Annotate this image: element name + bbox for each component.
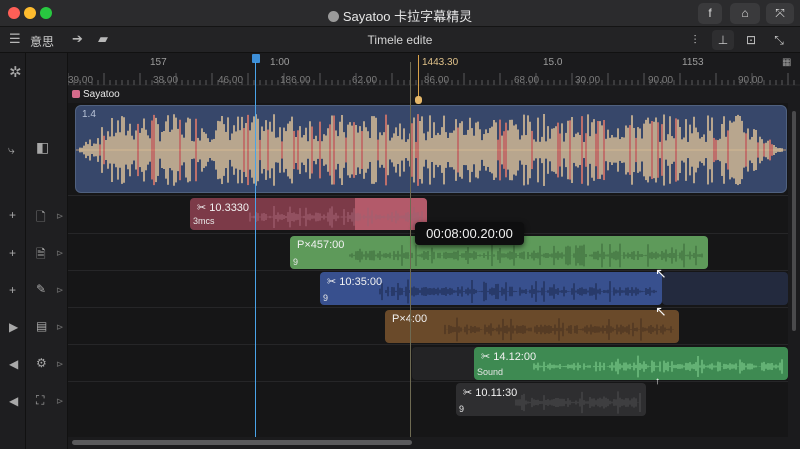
app-icon xyxy=(327,11,339,22)
play-track-icon[interactable]: ▶ xyxy=(9,320,18,334)
clip-name-text: 10:35:00 xyxy=(339,276,383,288)
scissors-icon: ✂ xyxy=(327,276,340,288)
horizontal-scrollbar[interactable] xyxy=(68,437,788,449)
home-icon: ⌂ xyxy=(741,6,749,20)
loop-marker-handle[interactable] xyxy=(415,96,422,104)
align-icon[interactable]: ⊥ xyxy=(712,30,734,50)
settings-icon[interactable]: ✲ xyxy=(9,63,22,81)
collapse-icon[interactable]: ⊳ xyxy=(56,248,64,259)
ruler-ticks xyxy=(68,73,800,86)
chat-icon[interactable]: ▤ xyxy=(36,319,47,333)
track-icon-column: ✲ ◧ 🗋 ⊳ 🗎 ⊳ ✎ ⊳ ▤ ⊳ ⚙ ⊳ ⛶ ⊳ xyxy=(9,53,68,449)
collapse-icon[interactable]: ⊳ xyxy=(56,285,64,296)
add-track-icon[interactable]: + xyxy=(9,208,16,222)
audio-clip[interactable]: ✂ 10:35:00 9 xyxy=(320,272,662,305)
home-button[interactable]: ⌂ xyxy=(730,3,760,24)
audio-clip[interactable]: P×4:00 xyxy=(385,310,679,343)
vertical-scroll-thumb[interactable] xyxy=(792,111,796,331)
cursor-icon: ↖ xyxy=(655,265,667,281)
audio-clip[interactable]: ✂ 14.12:00 Sound xyxy=(474,347,788,380)
clip-subtitle: 9 xyxy=(459,404,465,414)
clip-name: ✂ 10:35:00 xyxy=(327,275,382,288)
window-title: Sayatoo 卡拉字幕精灵 xyxy=(0,6,800,25)
clip-subtitle: Sound xyxy=(477,367,504,377)
title-bar: Sayatoo 卡拉字幕精灵 f ⌂ ⤧ xyxy=(0,0,800,27)
audio-clip[interactable]: ✂ 10.11:30 9 xyxy=(456,383,646,416)
position-marker-line xyxy=(410,62,411,442)
scissors-icon: ✂ xyxy=(481,351,494,363)
scissors-icon: ✂ xyxy=(197,202,210,214)
add-track-icon[interactable]: + xyxy=(9,283,16,297)
horizontal-scroll-thumb[interactable] xyxy=(72,440,412,445)
facebook-icon: f xyxy=(708,6,712,20)
clip-subtitle: 3mcs xyxy=(193,216,215,226)
fullscreen-icon: ⤧ xyxy=(775,6,785,20)
clip-waveform xyxy=(444,317,674,342)
speaker-icon[interactable]: ◧ xyxy=(36,139,49,156)
clip-name-text: 10.3330 xyxy=(209,202,250,214)
lane-divider xyxy=(68,344,788,345)
vertical-scrollbar[interactable] xyxy=(788,103,800,449)
clip-subtitle: 9 xyxy=(323,293,329,303)
collapse-icon[interactable]: ⊳ xyxy=(56,396,64,407)
clip-name-text: 10.11:30 xyxy=(475,387,518,399)
document-add-icon[interactable]: 🗋 xyxy=(36,208,46,229)
pen-icon[interactable]: ✎ xyxy=(36,282,46,296)
tracks-area[interactable]: 1.4 ✂ 10.3330 3mcs P×457:00 9 ✂ 10:35:00… xyxy=(68,103,788,437)
back-track-icon[interactable]: ◀ xyxy=(9,357,18,371)
master-waveform xyxy=(76,114,786,186)
clip-name: ✂ 10.3330 xyxy=(197,201,249,214)
export-icon[interactable]: ⊡ xyxy=(740,30,762,50)
lane-divider xyxy=(68,381,788,382)
back-track-icon[interactable]: ◀ xyxy=(9,394,18,408)
clip-name: ✂ 10.11:30 xyxy=(463,386,517,399)
facebook-button[interactable]: f xyxy=(698,3,722,24)
add-track-icon[interactable]: + xyxy=(9,246,16,260)
audio-clip[interactable]: ✂ 10.3330 3mcs xyxy=(190,198,427,230)
lane-divider xyxy=(68,307,788,308)
collapse-icon[interactable]: ⊳ xyxy=(56,211,64,222)
clip-name: P×457:00 xyxy=(297,239,345,251)
scissors-icon: ✂ xyxy=(463,387,476,399)
collapse-icon[interactable]: ⊳ xyxy=(56,322,64,333)
cursor-icon: ↑ xyxy=(655,376,660,387)
timecode-tooltip: 00:08:00.20:00 xyxy=(415,222,524,245)
clip-trailing-region xyxy=(662,272,788,305)
lane-divider xyxy=(68,195,788,196)
playhead[interactable] xyxy=(255,62,256,442)
expand-icon[interactable]: ⤡ xyxy=(768,30,790,50)
gear-icon[interactable]: ⚙ xyxy=(36,356,47,370)
link-icon[interactable]: ⤷ xyxy=(8,143,15,158)
mixer-icon[interactable]: ⫶ xyxy=(684,30,706,50)
clip-name-text: 14.12:00 xyxy=(493,351,537,363)
toolbar-title: Timele edite xyxy=(367,33,433,47)
crop-icon[interactable]: ⛶ xyxy=(36,393,44,408)
document-edit-icon[interactable]: 🗎 xyxy=(36,245,46,266)
track-add-column: ⤷ + + + ▶ ◀ ◀ xyxy=(0,53,26,449)
lane-divider xyxy=(68,270,788,271)
toolbar: ☰ 意思 ➔ ▰ Timele edite ⫶ ⊥ ⊡ ⤡ xyxy=(0,27,800,53)
collapse-icon[interactable]: ⊳ xyxy=(56,359,64,370)
playhead-handle[interactable] xyxy=(252,54,260,63)
master-audio-clip[interactable]: 1.4 xyxy=(75,105,787,193)
clip-name: ✂ 14.12:00 xyxy=(481,350,536,363)
timeline-ruler[interactable]: 157 1:00 1443.30 15.0 1153 ▦ 39.00 38.00… xyxy=(68,53,800,103)
clip-subtitle: 9 xyxy=(293,257,299,267)
cursor-icon: ↖ xyxy=(655,303,667,319)
window-title-text: Sayatoo 卡拉字幕精灵 xyxy=(342,9,473,24)
fullscreen-button[interactable]: ⤧ xyxy=(766,3,794,24)
